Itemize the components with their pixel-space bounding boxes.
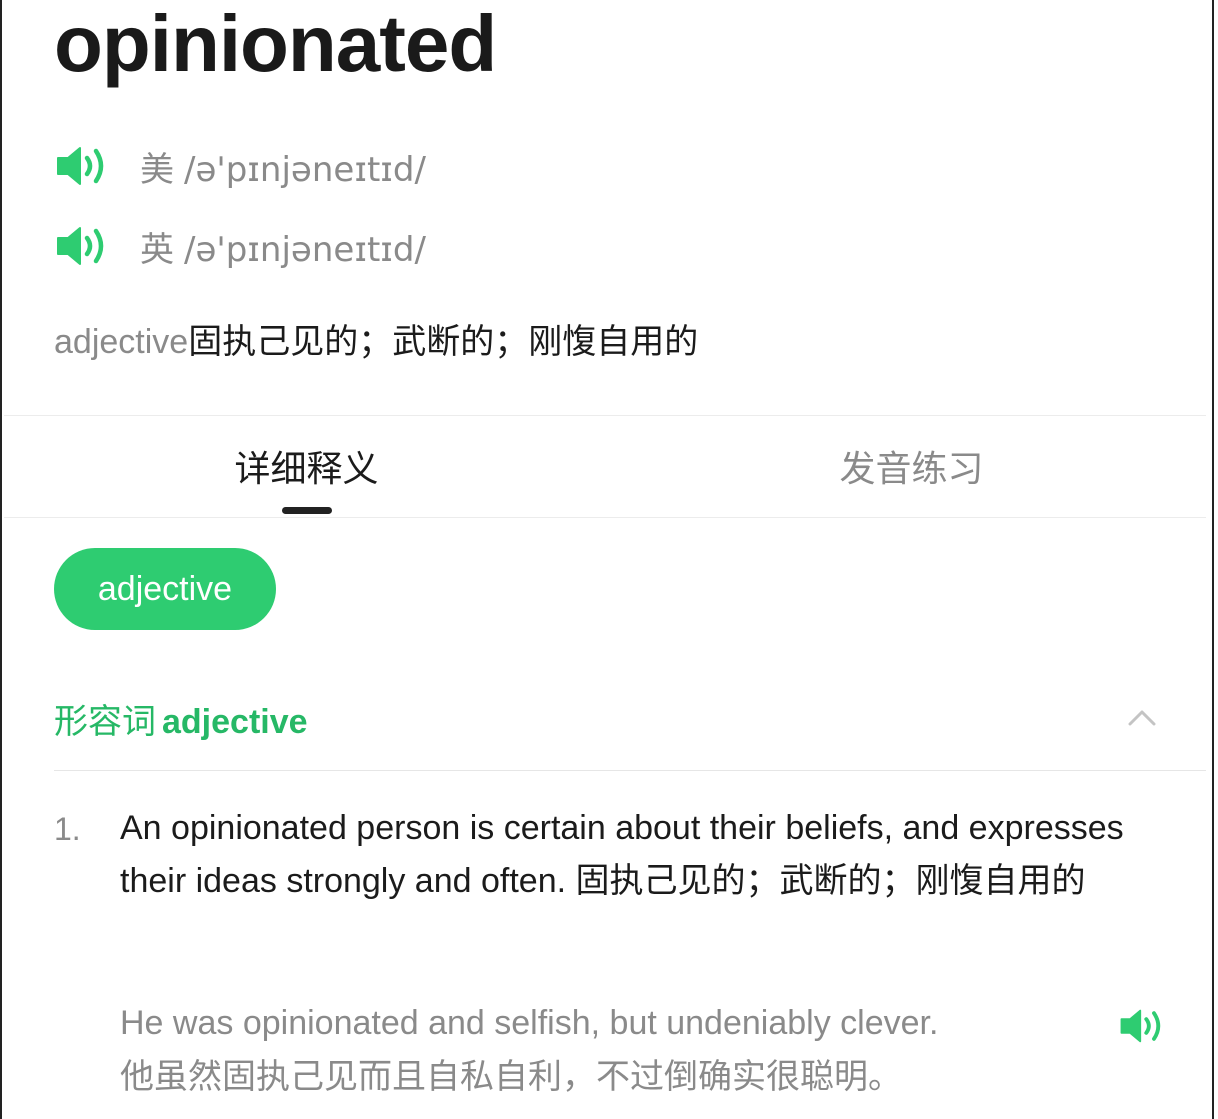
speaker-icon[interactable]	[54, 144, 110, 188]
section-title-cn: 形容词	[54, 702, 156, 741]
dictionary-page: opinionated 美/ə'pɪnjəneɪtɪd/ 英/ə'pɪnjəne…	[0, 0, 1214, 1119]
divider	[54, 770, 1206, 771]
pronunciation-text: 美/ə'pɪnjəneɪtɪd/	[140, 142, 426, 191]
pos-chip-adjective[interactable]: adjective	[54, 548, 276, 630]
example-sentence: He was opinionated and selfish, but unde…	[120, 996, 1166, 1104]
ipa-text: /ə'pɪnjəneɪtɪd/	[184, 149, 426, 190]
tab-label: 发音练习	[839, 448, 984, 489]
ipa-text: /ə'pɪnjəneɪtɪd/	[184, 229, 426, 270]
definition-text: An opinionated person is certain about t…	[120, 809, 1124, 900]
pronunciation-region: 美	[140, 149, 174, 190]
speaker-icon[interactable]	[1118, 1006, 1166, 1046]
example-en: He was opinionated and selfish, but unde…	[120, 1004, 939, 1042]
definition-number: 1.	[54, 811, 81, 847]
section-header-adjective[interactable]: 形容词 adjective	[54, 690, 1166, 746]
brief-meaning: 固执己见的；武断的；刚愎自用的	[188, 323, 699, 361]
headword: opinionated	[54, 0, 497, 88]
tab-bar: 详细释义 发音练习	[4, 416, 1214, 516]
pronunciation-text: 英/ə'pɪnjəneɪtɪd/	[140, 222, 426, 271]
section-title: 形容词 adjective	[54, 694, 308, 743]
example-cn: 他虽然固执己见而且自私自利，不过倒确实很聪明。	[120, 1058, 902, 1096]
definition-item: 1. An opinionated person is certain abou…	[54, 802, 1166, 908]
speaker-icon[interactable]	[54, 224, 110, 268]
chevron-up-icon[interactable]	[1126, 702, 1158, 734]
brief-definition: adjective固执己见的；武断的；刚愎自用的	[54, 318, 698, 366]
pronunciation-us: 美/ə'pɪnjəneɪtɪd/	[54, 142, 426, 190]
brief-pos: adjective	[54, 323, 189, 361]
section-title-en: adjective	[162, 702, 308, 741]
example-lines: He was opinionated and selfish, but unde…	[120, 996, 938, 1104]
tab-pronunciation-practice[interactable]: 发音练习	[609, 416, 1214, 516]
tab-label: 详细释义	[234, 448, 379, 489]
active-tab-indicator	[281, 507, 332, 514]
pronunciation-uk: 英/ə'pɪnjəneɪtɪd/	[54, 222, 426, 270]
divider	[4, 517, 1206, 518]
tab-detailed-definitions[interactable]: 详细释义	[4, 416, 609, 516]
pronunciation-region: 英	[140, 229, 174, 270]
